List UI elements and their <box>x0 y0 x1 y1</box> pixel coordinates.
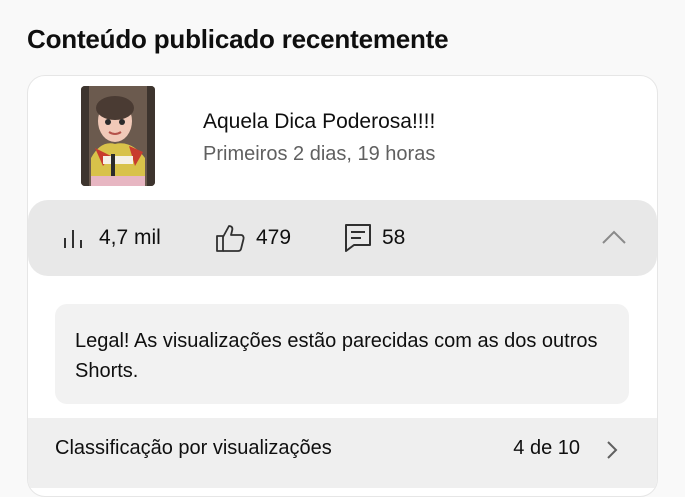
ranking-label: Classificação por visualizações <box>55 437 332 459</box>
thumbnail-image <box>81 86 155 186</box>
metrics-bar[interactable]: 4,7 mil 479 58 <box>28 200 657 276</box>
insight-text: Legal! As visualizações estão parecidas … <box>75 330 598 382</box>
collapse-metrics-button[interactable] <box>601 226 627 252</box>
ranking-row[interactable]: Classificação por visualizações 4 de 10 <box>28 418 657 488</box>
video-thumbnail[interactable] <box>81 86 155 186</box>
chevron-up-icon <box>601 229 627 250</box>
video-row[interactable]: Aquela Dica Poderosa!!!! Primeiros 2 dia… <box>28 76 657 200</box>
bar-chart-icon <box>61 224 89 252</box>
likes-metric: 479 <box>214 200 291 276</box>
video-title[interactable]: Aquela Dica Poderosa!!!! <box>203 110 435 134</box>
insight-box: Legal! As visualizações estão parecidas … <box>55 304 629 404</box>
comment-icon <box>344 223 372 253</box>
comments-metric: 58 <box>344 200 405 276</box>
section-title: Conteúdo publicado recentemente <box>27 24 449 54</box>
video-period: Primeiros 2 dias, 19 horas <box>203 143 436 165</box>
likes-count: 479 <box>256 226 292 249</box>
views-count: 4,7 mil <box>99 226 161 249</box>
thumbs-up-icon <box>214 222 246 254</box>
views-metric: 4,7 mil <box>61 200 161 276</box>
comments-count: 58 <box>382 226 406 249</box>
recent-content-card: Aquela Dica Poderosa!!!! Primeiros 2 dia… <box>27 75 658 497</box>
ranking-value: 4 de 10 <box>513 437 580 459</box>
